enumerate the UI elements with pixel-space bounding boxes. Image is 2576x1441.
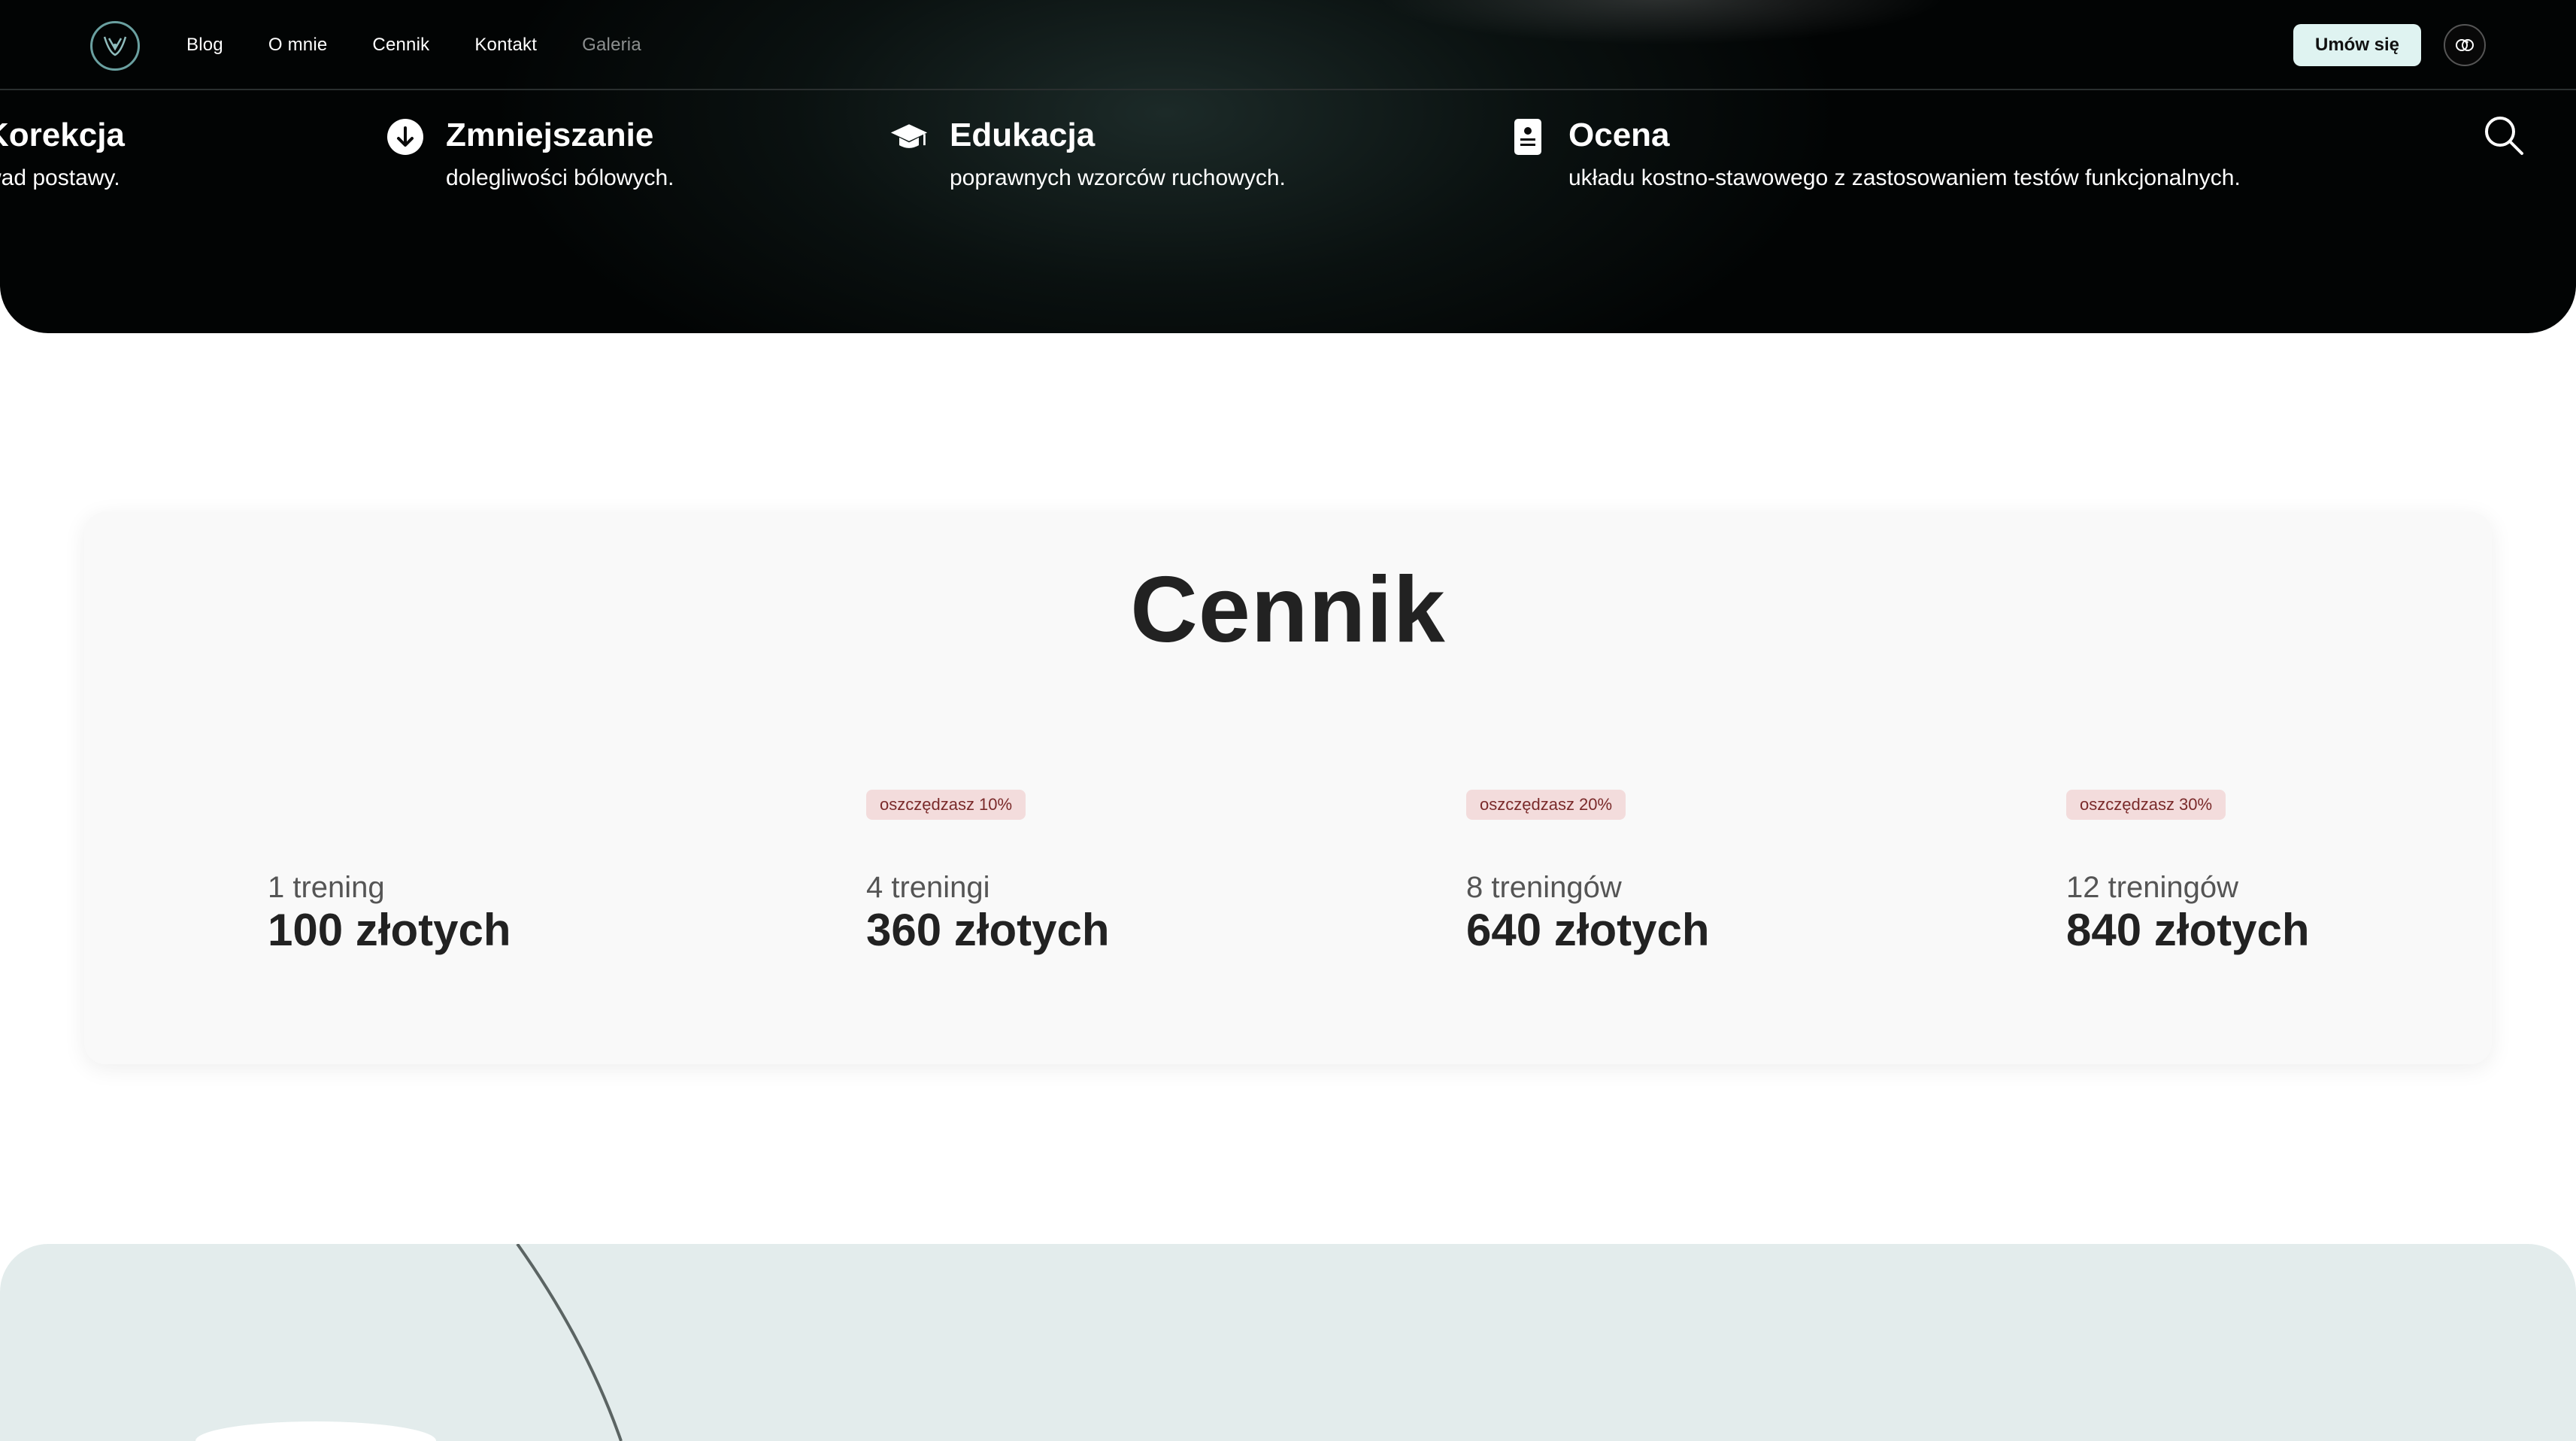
discount-badge: oszczędzasz 30% — [2066, 790, 2226, 820]
nav-links: Blog O mnie Cennik Kontakt Galeria — [186, 0, 641, 90]
accessibility-icon[interactable] — [2444, 24, 2486, 66]
pricing-title: Cennik — [1130, 558, 1446, 662]
top-navigation: Blog O mnie Cennik Kontakt Galeria Umów … — [0, 0, 2576, 90]
tier-price: 840 złotych — [2066, 905, 2310, 955]
discount-badge: oszczędzasz 10% — [866, 790, 1026, 820]
feature-strip: Korekcja wad postawy. Zmniejszanie doleg… — [0, 113, 2576, 203]
feature-desc: poprawnych wzorców ruchowych. — [950, 165, 1286, 190]
arrow-down-circle-icon — [386, 117, 425, 156]
tier-price: 100 złotych — [268, 905, 511, 955]
book-appointment-button[interactable]: Umów się — [2293, 24, 2421, 66]
feature-title: Zmniejszanie — [446, 117, 654, 153]
tier-label: 12 treningów — [2066, 871, 2239, 904]
pricing-tier-4: oszczędzasz 10% 4 treningi 360 złotych — [866, 790, 1109, 955]
feature-title: Korekcja — [0, 117, 125, 153]
feature-item-ocena: Ocena układu kostno-stawowego z zastosow… — [1508, 113, 2241, 191]
tier-price: 640 złotych — [1466, 905, 1710, 955]
nav-link-galeria[interactable]: Galeria — [582, 35, 641, 56]
nav-link-blog[interactable]: Blog — [186, 35, 223, 56]
feature-desc: dolegliwości bólowych. — [446, 165, 674, 190]
feature-item-edukacja: Edukacja poprawnych wzorców ruchowych. — [889, 113, 1286, 191]
nav-link-cennik[interactable]: Cennik — [372, 35, 429, 56]
feature-item-zmniejszanie: Zmniejszanie dolegliwości bólowych. — [386, 113, 674, 191]
nav-link-kontakt[interactable]: Kontakt — [474, 35, 537, 56]
tier-label: 8 treningów — [1466, 871, 1622, 904]
feature-desc: wad postawy. — [0, 165, 120, 190]
feature-title: Ocena — [1568, 117, 1670, 153]
clipboard-icon — [1508, 117, 1547, 156]
pricing-tier-12: oszczędzasz 30% 12 treningów 840 złotych — [2066, 790, 2309, 955]
nav-link-o-mnie[interactable]: O mnie — [268, 35, 328, 56]
decorative-curve — [195, 1244, 623, 1441]
feature-item-korekcja: Korekcja wad postawy. — [0, 113, 125, 191]
next-section — [0, 1244, 2576, 1441]
tier-label: 1 trening — [268, 871, 385, 904]
pricing-tier-8: oszczędzasz 20% 8 treningów 640 złotych — [1466, 790, 1709, 955]
tier-price: 360 złotych — [866, 905, 1110, 955]
discount-badge: oszczędzasz 20% — [1466, 790, 1626, 820]
graduation-cap-icon — [889, 117, 929, 156]
tier-label: 4 treningi — [866, 871, 990, 904]
hero-section: Blog O mnie Cennik Kontakt Galeria Umów … — [0, 0, 2576, 333]
logo-icon[interactable] — [90, 21, 140, 71]
logo-mark — [103, 36, 127, 56]
feature-desc: układu kostno-stawowego z zastosowaniem … — [1568, 165, 2241, 190]
feature-title: Edukacja — [950, 117, 1096, 153]
search-icon[interactable] — [2481, 113, 2526, 158]
accessibility-glyph — [2456, 39, 2474, 51]
